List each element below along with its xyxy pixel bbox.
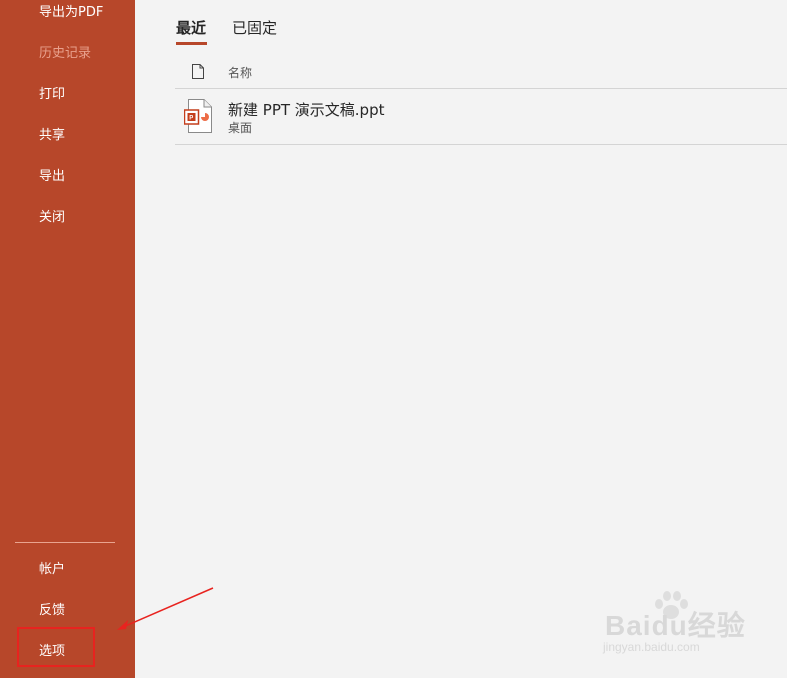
file-name: 新建 PPT 演示文稿.ppt <box>228 101 385 119</box>
row-divider <box>175 144 787 145</box>
options-highlight-box <box>17 627 95 667</box>
file-row[interactable]: P 新建 PPT 演示文稿.ppt 桌面 <box>175 90 787 144</box>
sidebar-item-feedback[interactable]: 反馈 <box>39 603 65 619</box>
document-icon <box>192 64 204 79</box>
tab-recent[interactable]: 最近 <box>176 18 206 38</box>
sidebar-item-share[interactable]: 共享 <box>39 128 65 144</box>
tab-pinned[interactable]: 已固定 <box>232 18 277 38</box>
column-header-name[interactable]: 名称 <box>228 64 252 81</box>
sidebar-item-export-pdf[interactable]: 导出为PDF <box>39 5 103 21</box>
sidebar: 导出为PDF 历史记录 打印 共享 导出 关闭 帐户 反馈 选项 <box>0 0 135 678</box>
sidebar-item-print[interactable]: 打印 <box>39 87 65 103</box>
tab-active-indicator <box>176 42 207 45</box>
watermark-url: jingyan.baidu.com <box>603 640 700 654</box>
sidebar-item-history[interactable]: 历史记录 <box>39 46 91 62</box>
sidebar-item-account[interactable]: 帐户 <box>39 562 65 578</box>
watermark-logo-text: Baidu经验 <box>605 610 746 641</box>
baidu-watermark: Baidu经验 jingyan.baidu.com <box>603 590 753 660</box>
header-divider <box>175 88 787 89</box>
svg-text:P: P <box>189 116 193 122</box>
main-panel: 最近 已固定 名称 P 新建 PPT 演示文稿.ppt 桌面 <box>135 0 787 678</box>
sidebar-divider <box>15 542 115 543</box>
powerpoint-file-icon: P <box>184 99 212 133</box>
file-location: 桌面 <box>228 121 253 135</box>
sidebar-item-export[interactable]: 导出 <box>39 169 65 185</box>
sidebar-item-close[interactable]: 关闭 <box>39 210 65 226</box>
